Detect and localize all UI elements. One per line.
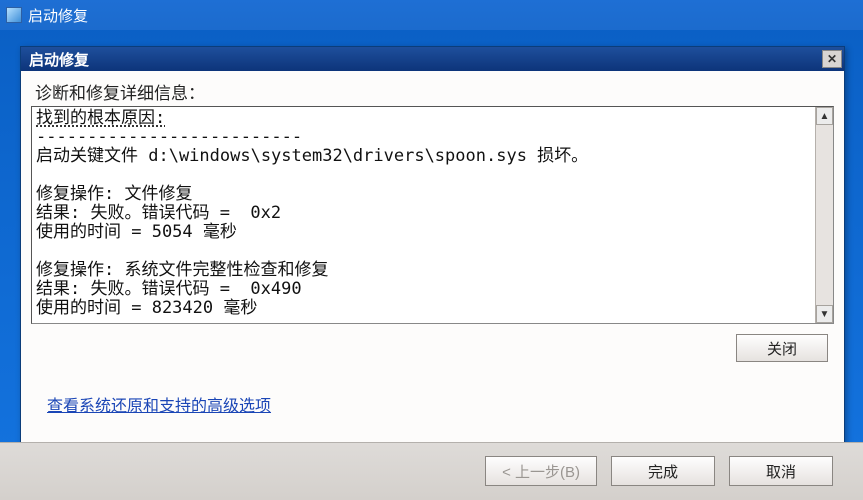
log-op2-action: 修复操作: 系统文件完整性检查和修复 — [36, 260, 328, 280]
app-icon — [6, 7, 22, 23]
log-op2-result: 结果: 失败。错误代码 = 0x490 — [36, 279, 302, 299]
dialog-titlebar: 启动修复 ✕ — [21, 47, 844, 71]
cancel-button[interactable]: 取消 — [729, 456, 833, 486]
log-text[interactable]: 找到的根本原因: -------------------------- 启动关键… — [32, 107, 815, 323]
dialog-title: 启动修复 — [29, 49, 89, 70]
dialog-button-row: 关闭 — [31, 324, 834, 364]
finish-button[interactable]: 完成 — [611, 456, 715, 486]
scroll-up-icon[interactable]: ▲ — [816, 107, 833, 125]
scroll-down-icon[interactable]: ▼ — [816, 305, 833, 323]
log-file-line: 启动关键文件 d:\windows\system32\drivers\spoon… — [36, 146, 588, 166]
log-op1-action: 修复操作: 文件修复 — [36, 184, 192, 204]
close-button[interactable]: 关闭 — [736, 334, 828, 362]
wizard-buttons: < 上一步(B) 完成 取消 — [485, 456, 833, 486]
log-op1-result: 结果: 失败。错误代码 = 0x2 — [36, 203, 281, 223]
log-dashes: -------------------------- — [36, 127, 302, 147]
details-heading: 诊断和修复详细信息： — [31, 75, 834, 106]
close-icon[interactable]: ✕ — [822, 50, 842, 68]
log-op2-time: 使用的时间 = 823420 毫秒 — [36, 298, 257, 318]
advanced-options-link[interactable]: 查看系统还原和支持的高级选项 — [47, 398, 271, 415]
dialog-body: 诊断和修复详细信息： 找到的根本原因: --------------------… — [21, 71, 844, 446]
startup-repair-dialog: 启动修复 ✕ 诊断和修复详细信息： 找到的根本原因: -------------… — [20, 46, 845, 447]
back-button: < 上一步(B) — [485, 456, 597, 486]
log-pane: 找到的根本原因: -------------------------- 启动关键… — [31, 106, 834, 324]
log-op1-time: 使用的时间 = 5054 毫秒 — [36, 222, 237, 242]
parent-window-titlebar: 启动修复 — [0, 0, 863, 30]
parent-window-title: 启动修复 — [28, 5, 88, 26]
vertical-scrollbar[interactable]: ▲ ▼ — [815, 107, 833, 323]
log-root-cause-label: 找到的根本原因: — [36, 108, 165, 128]
advanced-link-row: 查看系统还原和支持的高级选项 — [31, 364, 834, 432]
